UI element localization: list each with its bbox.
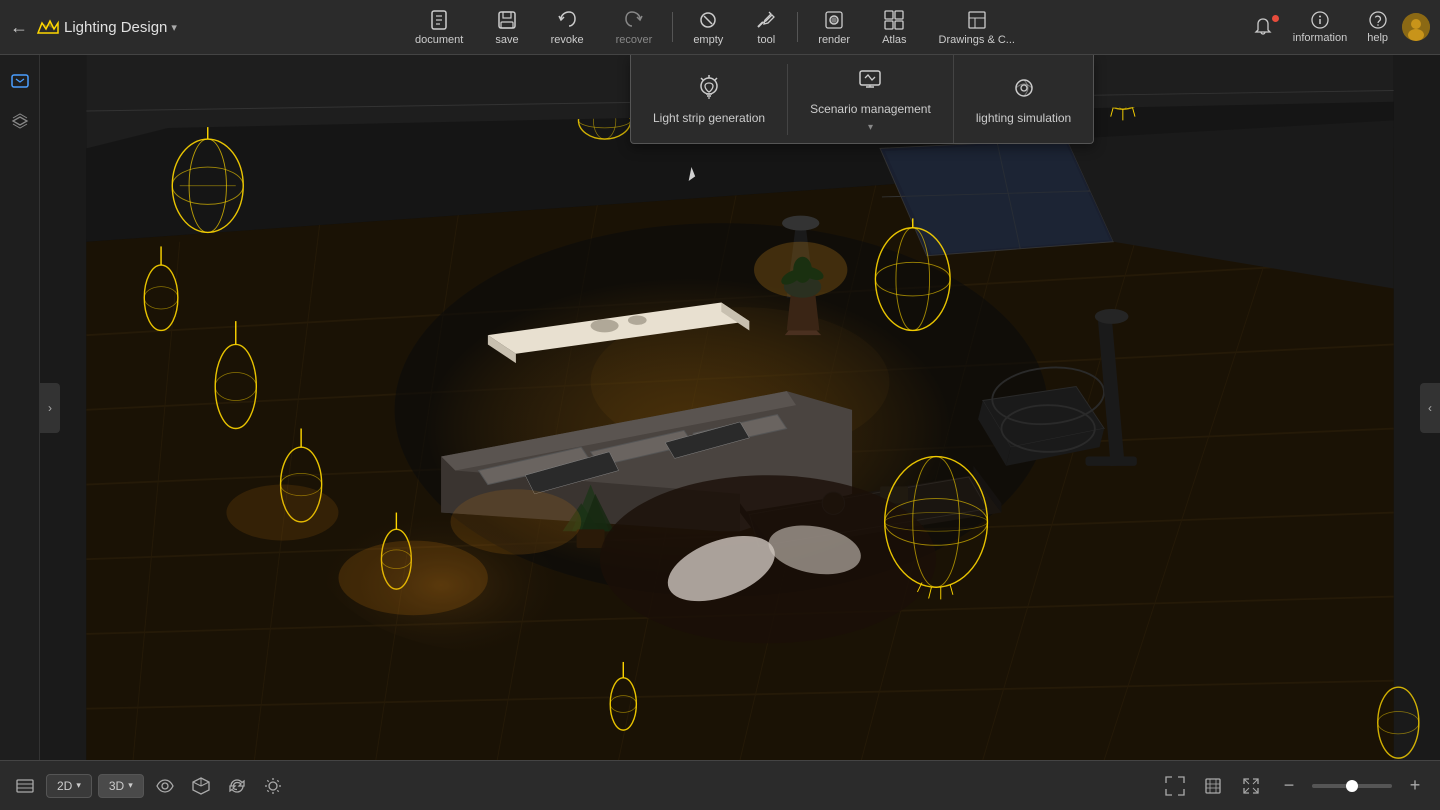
fit-window-button[interactable] [1160, 771, 1190, 801]
box-view-button[interactable] [186, 771, 216, 801]
bottom-right-tools: − + [1160, 771, 1430, 801]
zoom-in-button[interactable]: + [1400, 771, 1430, 801]
tool-recover[interactable]: recover [600, 5, 669, 50]
zoom-slider[interactable] [1312, 784, 1392, 788]
canvas-area[interactable]: › ‹ [0, 55, 1440, 760]
view-3d-button[interactable]: 3D ▾ [98, 774, 144, 798]
layers-icon-bottom [15, 776, 35, 796]
notification-bell[interactable] [1247, 15, 1279, 39]
3d-dropdown-arrow: ▾ [128, 780, 133, 791]
fit-window-icon [1164, 775, 1186, 797]
tool-document[interactable]: document [399, 5, 479, 50]
simulation-icon [1010, 74, 1038, 105]
information-button[interactable]: information [1287, 8, 1353, 46]
left-sidebar [0, 55, 40, 760]
tool-drawings[interactable]: Drawings & C... [923, 5, 1031, 50]
title-dropdown[interactable]: ▾ [171, 21, 177, 34]
visibility-toggle-button[interactable] [150, 771, 180, 801]
layers-icon [10, 111, 30, 131]
eye-icon [155, 776, 175, 796]
zoom-slider-thumb[interactable] [1346, 780, 1358, 792]
zoom-slider-wrap [1312, 784, 1392, 788]
back-button[interactable]: ← [10, 17, 28, 38]
bottom-left-tools: 2D ▾ 3D ▾ [10, 771, 288, 801]
sidebar-message-icon[interactable] [4, 65, 36, 97]
refresh-icon [227, 776, 247, 796]
view-2d-button[interactable]: 2D ▾ [46, 774, 92, 798]
tool-atlas[interactable]: Atlas [866, 5, 922, 50]
avatar-image [1402, 13, 1430, 41]
bottom-toolbar: 2D ▾ 3D ▾ [0, 760, 1440, 810]
render-icon [823, 9, 845, 31]
topbar-center-tools: document save revoke [210, 5, 1220, 50]
right-collapse-button[interactable]: ‹ [1420, 383, 1440, 433]
notification-dot [1272, 15, 1279, 22]
toolbar-separator-2 [797, 12, 798, 42]
bottom-layers-button[interactable] [10, 771, 40, 801]
sub-toolbar: Light strip generation Scenario manageme… [630, 55, 1094, 144]
tool-render[interactable]: render [802, 5, 866, 50]
scenario-caret: ▾ [868, 122, 873, 133]
topbar-left: ← Lighting Design ▾ [0, 15, 210, 39]
help-icon [1368, 10, 1388, 30]
bell-icon [1253, 17, 1273, 37]
user-avatar[interactable] [1402, 13, 1430, 41]
toolbar-separator-1 [672, 12, 673, 42]
app-title: Lighting Design [64, 19, 167, 36]
zoom-out-button[interactable]: − [1274, 771, 1304, 801]
topbar-right: information help [1220, 8, 1440, 46]
redo-icon [623, 9, 645, 31]
tool-revoke[interactable]: revoke [535, 5, 600, 50]
fullscreen-button[interactable] [1236, 771, 1266, 801]
actual-size-button[interactable] [1198, 771, 1228, 801]
top-toolbar: ← Lighting Design ▾ document [0, 0, 1440, 55]
drawings-icon [966, 9, 988, 31]
2d-dropdown-arrow: ▾ [76, 780, 81, 791]
sub-item-scenario[interactable]: Scenario management ▾ [788, 55, 954, 143]
atlas-icon [883, 9, 905, 31]
app-logo [36, 15, 60, 39]
room-scene-svg [40, 55, 1440, 760]
document-icon [428, 9, 450, 31]
sun-icon [263, 776, 283, 796]
information-icon [1310, 10, 1330, 30]
cube-icon [191, 776, 211, 796]
sidebar-layers-icon[interactable] [4, 105, 36, 137]
lighting-settings-button[interactable] [258, 771, 288, 801]
tool-tool[interactable]: tool [739, 5, 793, 50]
tool-icon [755, 9, 777, 31]
sub-item-lightstrip[interactable]: Light strip generation [631, 64, 788, 135]
tool-save[interactable]: save [479, 5, 534, 50]
fullscreen-icon [1240, 775, 1262, 797]
save-icon [496, 9, 518, 31]
tool-empty[interactable]: empty [677, 5, 739, 50]
actual-size-icon [1202, 775, 1224, 797]
empty-icon [697, 9, 719, 31]
room-canvas[interactable] [40, 55, 1440, 760]
left-collapse-button[interactable]: › [40, 383, 60, 433]
lightstrip-icon [695, 74, 723, 105]
undo-icon [556, 9, 578, 31]
help-button[interactable]: help [1361, 8, 1394, 46]
scenario-icon [856, 65, 884, 96]
refresh-button[interactable] [222, 771, 252, 801]
message-icon [10, 71, 30, 91]
sub-item-simulation[interactable]: lighting simulation [954, 64, 1093, 135]
